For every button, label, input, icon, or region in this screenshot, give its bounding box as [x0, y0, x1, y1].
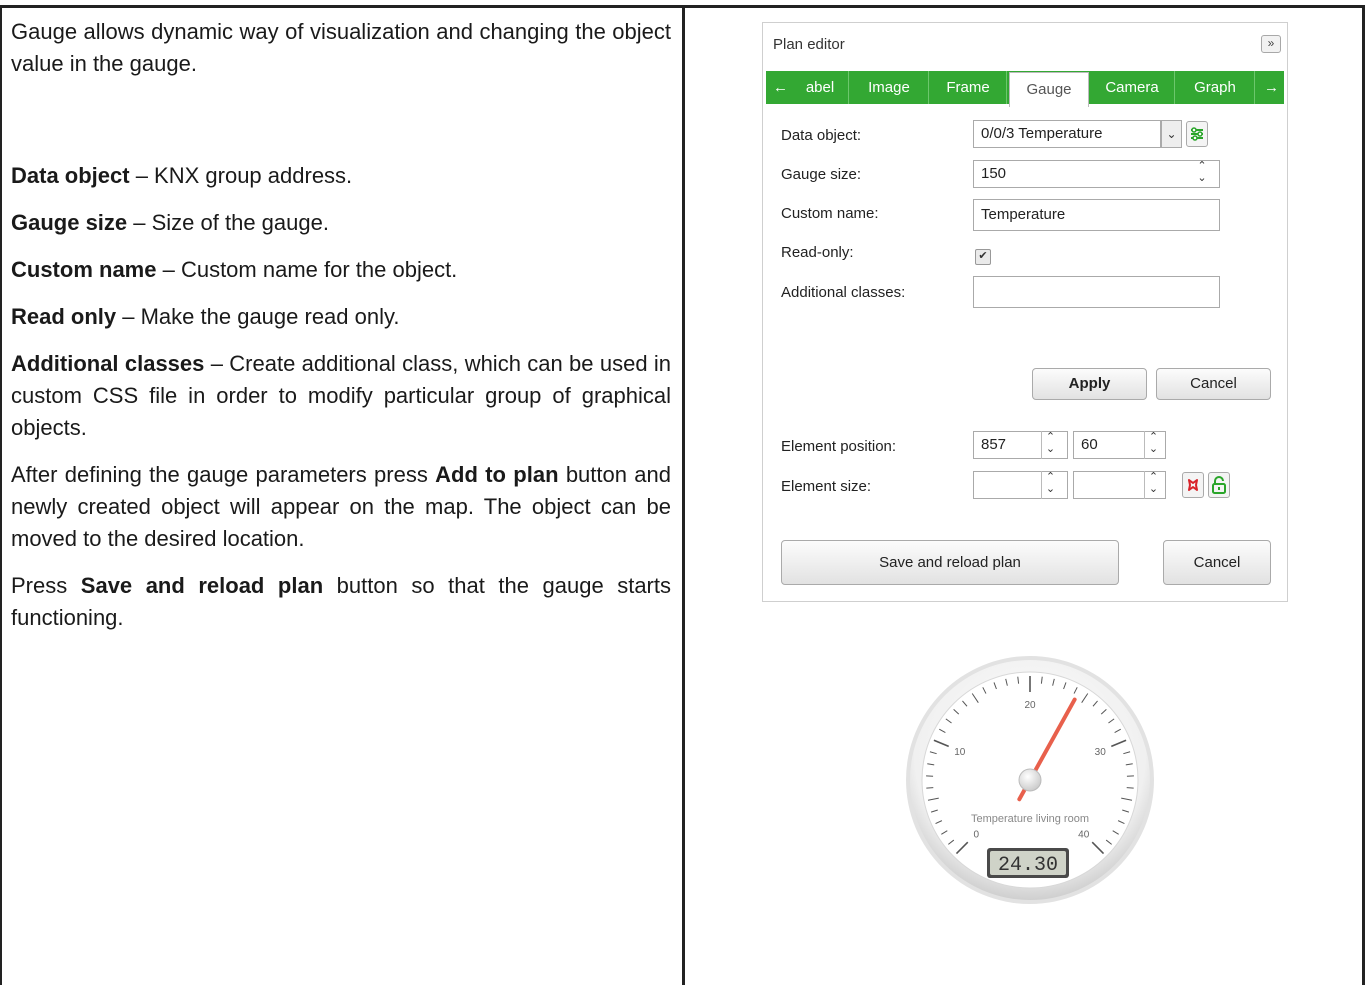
tab-image[interactable]: Image — [850, 71, 929, 104]
description-column: Gauge allows dynamic way of visualizatio… — [11, 16, 671, 649]
intro-paragraph: Gauge allows dynamic way of visualizatio… — [11, 19, 671, 76]
unlock-icon — [1212, 476, 1226, 494]
tab-scroll-right-icon[interactable]: → — [1264, 71, 1279, 104]
tab-camera[interactable]: Camera — [1090, 71, 1175, 104]
tab-frame[interactable]: Frame — [930, 71, 1007, 104]
read-only-checkbox[interactable]: ✔ — [975, 249, 991, 265]
gauge-size-label: Gauge size: — [781, 166, 862, 183]
after-paragraph: After defining the gauge parameters pres… — [11, 459, 671, 555]
collapse-button[interactable]: » — [1261, 35, 1281, 53]
chevron-down-icon[interactable]: ⌄ — [1161, 120, 1182, 148]
custom-name-label: Custom name: — [781, 205, 879, 222]
additional-classes-input[interactable] — [973, 276, 1220, 308]
apply-button[interactable]: Apply — [1032, 368, 1147, 400]
desc: – Custom name for the object. — [156, 257, 458, 282]
size-height-stepper-icon[interactable]: ⌃ ⌄ — [1144, 471, 1162, 499]
item-additional-classes: Additional classes – Create additional c… — [11, 348, 671, 444]
reset-size-icon — [1188, 479, 1198, 491]
desc: – Size of the gauge. — [127, 210, 329, 235]
gauge-tick-label: 20 — [1024, 700, 1036, 711]
gauge-size-value: 150 — [981, 165, 1007, 182]
gauge-value: 24.30 — [998, 854, 1058, 877]
gauge-tick-label: 0 — [973, 830, 979, 841]
table-column-divider — [682, 5, 685, 985]
tab-gauge[interactable]: Gauge — [1009, 72, 1089, 107]
term: Additional classes — [11, 351, 205, 376]
custom-name-input[interactable]: Temperature — [973, 199, 1220, 231]
position-x-stepper-icon[interactable]: ⌃ ⌄ — [1041, 431, 1059, 459]
gauge-tick-label: 30 — [1095, 747, 1107, 758]
term: Read only — [11, 304, 117, 329]
position-x-value: 857 — [981, 436, 1007, 453]
gauge-title: Temperature living room — [971, 813, 1089, 825]
data-object-select[interactable]: 0/0/3 Temperature — [973, 120, 1161, 148]
gauge-tick-label: 10 — [954, 747, 966, 758]
item-custom-name: Custom name – Custom name for the object… — [11, 254, 671, 286]
gauge-hub — [1018, 768, 1042, 792]
gauge-size-input[interactable]: 150 — [973, 160, 1220, 188]
bold-run: Add to plan — [435, 462, 559, 487]
data-object-value: 0/0/3 Temperature — [981, 125, 1103, 142]
panel-title: Plan editor — [773, 36, 845, 53]
reset-size-button[interactable] — [1182, 472, 1204, 498]
element-position-label: Element position: — [781, 438, 897, 455]
item-data-object: Data object – KNX group address. — [11, 160, 671, 192]
tab-label[interactable]: abel — [792, 71, 849, 104]
cancel-plan-button[interactable]: Cancel — [1163, 540, 1271, 585]
position-y-stepper-icon[interactable]: ⌃ ⌄ — [1144, 431, 1162, 459]
size-width-stepper-icon[interactable]: ⌃ ⌄ — [1041, 471, 1059, 499]
gauge-tick — [926, 787, 934, 789]
gauge-tick-label: 40 — [1078, 830, 1090, 841]
item-gauge-size: Gauge size – Size of the gauge. — [11, 207, 671, 239]
custom-name-value: Temperature — [981, 206, 1066, 223]
text-run: After defining the gauge parameters pres… — [11, 462, 436, 487]
term: Data object — [11, 163, 130, 188]
read-only-label: Read-only: — [781, 244, 854, 261]
desc: – Make the gauge read only. — [116, 304, 400, 329]
term: Gauge size — [11, 210, 128, 235]
temperature-gauge[interactable]: 0 10 20 30 40 Temperature living room 24.30 — [905, 655, 1155, 905]
additional-classes-label: Additional classes: — [781, 284, 906, 301]
save-and-reload-button[interactable]: Save and reload plan — [781, 540, 1119, 585]
sliders-icon — [1191, 127, 1203, 141]
bold-run: Save and reload plan — [80, 573, 324, 598]
gauge-tick — [1126, 787, 1134, 789]
gauge-size-stepper-icon[interactable]: ⌃ ⌄ — [1193, 160, 1211, 188]
position-y-value: 60 — [1081, 436, 1098, 453]
table-border-left — [0, 5, 2, 985]
tab-bar: ← abel Image Frame Gauge Camera Graph → — [766, 71, 1284, 107]
element-size-label: Element size: — [781, 478, 872, 495]
object-settings-button[interactable] — [1186, 121, 1208, 147]
item-read-only: Read only – Make the gauge read only. — [11, 301, 671, 333]
desc: – KNX group address. — [129, 163, 353, 188]
data-object-label: Data object: — [781, 127, 862, 144]
press-paragraph: Press Save and reload plan button so tha… — [11, 570, 671, 634]
term: Custom name — [11, 257, 157, 282]
plan-editor-panel: Plan editor » ← abel Image Frame Gauge C… — [762, 22, 1288, 602]
tab-graph[interactable]: Graph — [1176, 71, 1255, 104]
text-run: Press — [11, 573, 81, 598]
lock-aspect-button[interactable] — [1208, 472, 1230, 498]
cancel-button[interactable]: Cancel — [1156, 368, 1271, 400]
tab-scroll-left-icon[interactable]: ← — [773, 71, 788, 104]
